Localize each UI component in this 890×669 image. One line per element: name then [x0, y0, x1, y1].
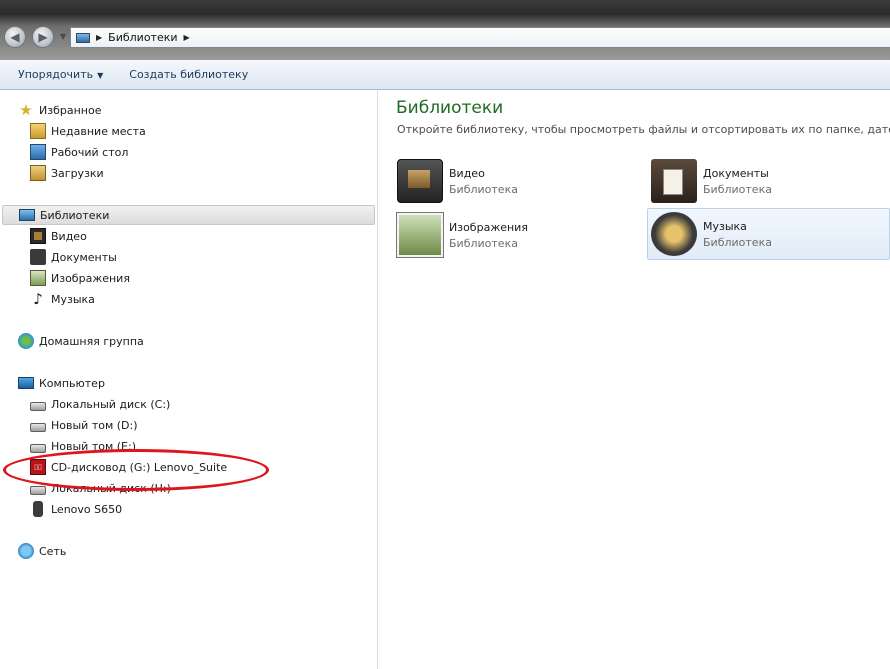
breadcrumb-libraries[interactable]: Библиотеки	[108, 31, 177, 44]
hard-disk-icon	[30, 443, 46, 453]
nav-item-label: Музыка	[51, 292, 95, 306]
nav-libraries[interactable]: Библиотеки	[2, 205, 375, 225]
tile-name: Документы	[703, 166, 769, 180]
hard-disk-icon	[30, 485, 46, 495]
nav-item-label: Новый том (E:)	[51, 439, 136, 453]
nav-item-label: Видео	[51, 229, 87, 243]
nav-item-label: Загрузки	[51, 166, 104, 180]
recent-pages-dropdown-icon[interactable]: ▼	[60, 32, 66, 41]
tile-name: Видео	[449, 166, 485, 180]
hard-disk-icon	[30, 422, 46, 432]
nav-item-label: Изображения	[51, 271, 130, 285]
pictures-library-icon	[30, 270, 46, 286]
star-icon: ★	[19, 101, 33, 119]
library-tile-pictures[interactable]: Изображения Библиотека	[394, 210, 640, 260]
tile-name: Музыка	[703, 219, 747, 233]
recent-places-icon	[30, 123, 46, 139]
nav-item-documents[interactable]: Документы	[30, 247, 117, 267]
back-arrow-icon: ◀	[10, 30, 20, 44]
nav-computer-label: Компьютер	[39, 376, 105, 390]
create-library-button[interactable]: Создать библиотеку	[121, 68, 256, 81]
nav-network[interactable]: Сеть	[18, 541, 66, 561]
nav-item-music[interactable]: ♪ Музыка	[30, 289, 95, 309]
nav-favorites-label: Избранное	[39, 103, 102, 117]
breadcrumb-chevron-icon[interactable]: ▶	[184, 33, 190, 42]
tile-type: Библиотека	[703, 235, 772, 249]
page-subtitle: Откройте библиотеку, чтобы просмотреть ф…	[397, 123, 890, 136]
organize-button[interactable]: Упорядочить ▼	[10, 68, 111, 81]
tile-type: Библиотека	[703, 182, 772, 196]
computer-icon	[18, 377, 34, 389]
title-bar: ◀ ▶ ▼ ▶ Библиотеки ▶	[0, 0, 890, 60]
nav-item-drive-e[interactable]: Новый том (E:)	[30, 436, 136, 456]
command-bar: Упорядочить ▼ Создать библиотеку	[0, 60, 890, 90]
nav-homegroup-label: Домашняя группа	[39, 334, 144, 348]
address-bar[interactable]: ▶ Библиотеки ▶	[70, 27, 890, 48]
organize-label: Упорядочить	[18, 68, 94, 81]
nav-item-video[interactable]: Видео	[30, 226, 87, 246]
navigation-pane: ★ Избранное Недавние места Рабочий стол …	[0, 90, 378, 669]
library-tile-documents[interactable]: Документы Библиотека	[648, 156, 890, 206]
documents-library-icon	[651, 159, 697, 203]
downloads-icon	[30, 165, 46, 181]
documents-library-icon	[30, 249, 46, 265]
library-tile-video[interactable]: Видео Библиотека	[394, 156, 640, 206]
tile-type: Библиотека	[449, 236, 518, 250]
nav-item-drive-c[interactable]: Локальный диск (C:)	[30, 394, 170, 414]
desktop-icon	[30, 144, 46, 160]
tile-name: Изображения	[449, 220, 528, 234]
forward-button[interactable]: ▶	[32, 26, 54, 48]
nav-item-drive-h[interactable]: Локальный диск (H:)	[30, 478, 171, 498]
chevron-down-icon: ▼	[97, 71, 104, 80]
nav-item-lenovo-s650[interactable]: Lenovo S650	[30, 499, 122, 519]
hard-disk-icon	[30, 401, 46, 411]
nav-item-label: CD-дисковод (G:) Lenovo_Suite	[51, 460, 228, 474]
nav-computer[interactable]: Компьютер	[18, 373, 105, 393]
nav-item-recent-places[interactable]: Недавние места	[30, 121, 146, 141]
content-pane: Библиотеки Откройте библиотеку, чтобы пр…	[378, 90, 890, 669]
libraries-icon	[76, 32, 90, 43]
page-title: Библиотеки	[396, 98, 504, 118]
phone-device-icon	[33, 501, 43, 517]
nav-item-label: Документы	[51, 250, 117, 264]
nav-item-label: Новый том (D:)	[51, 418, 138, 432]
video-library-icon	[397, 159, 443, 203]
cd-drive-icon: ▯▯	[30, 459, 46, 475]
video-library-icon	[30, 228, 46, 244]
breadcrumb-chevron-icon[interactable]: ▶	[96, 33, 102, 42]
libraries-icon	[19, 209, 35, 221]
music-library-icon	[651, 212, 697, 256]
nav-item-label: Рабочий стол	[51, 145, 129, 159]
tile-type: Библиотека	[449, 182, 518, 196]
nav-item-label: Локальный диск (H:)	[51, 481, 171, 495]
nav-item-downloads[interactable]: Загрузки	[30, 163, 104, 183]
nav-libraries-label: Библиотеки	[40, 208, 110, 222]
music-note-icon: ♪	[33, 290, 43, 308]
network-icon	[18, 543, 34, 559]
nav-item-desktop[interactable]: Рабочий стол	[30, 142, 128, 162]
pictures-library-icon	[397, 213, 443, 257]
nav-network-label: Сеть	[39, 544, 67, 558]
nav-item-label: Локальный диск (C:)	[51, 397, 171, 411]
homegroup-icon	[18, 333, 34, 349]
nav-item-label: Недавние места	[51, 124, 146, 138]
nav-favorites[interactable]: ★ Избранное	[18, 100, 101, 120]
back-button[interactable]: ◀	[4, 26, 26, 48]
nav-item-pictures[interactable]: Изображения	[30, 268, 130, 288]
library-tile-music[interactable]: Музыка Библиотека	[647, 208, 890, 260]
nav-item-label: Lenovo S650	[51, 502, 123, 516]
forward-arrow-icon: ▶	[38, 30, 48, 44]
nav-item-drive-d[interactable]: Новый том (D:)	[30, 415, 138, 435]
nav-homegroup[interactable]: Домашняя группа	[18, 331, 144, 351]
nav-item-cd-drive-g[interactable]: ▯▯ CD-дисковод (G:) Lenovo_Suite	[30, 457, 227, 477]
